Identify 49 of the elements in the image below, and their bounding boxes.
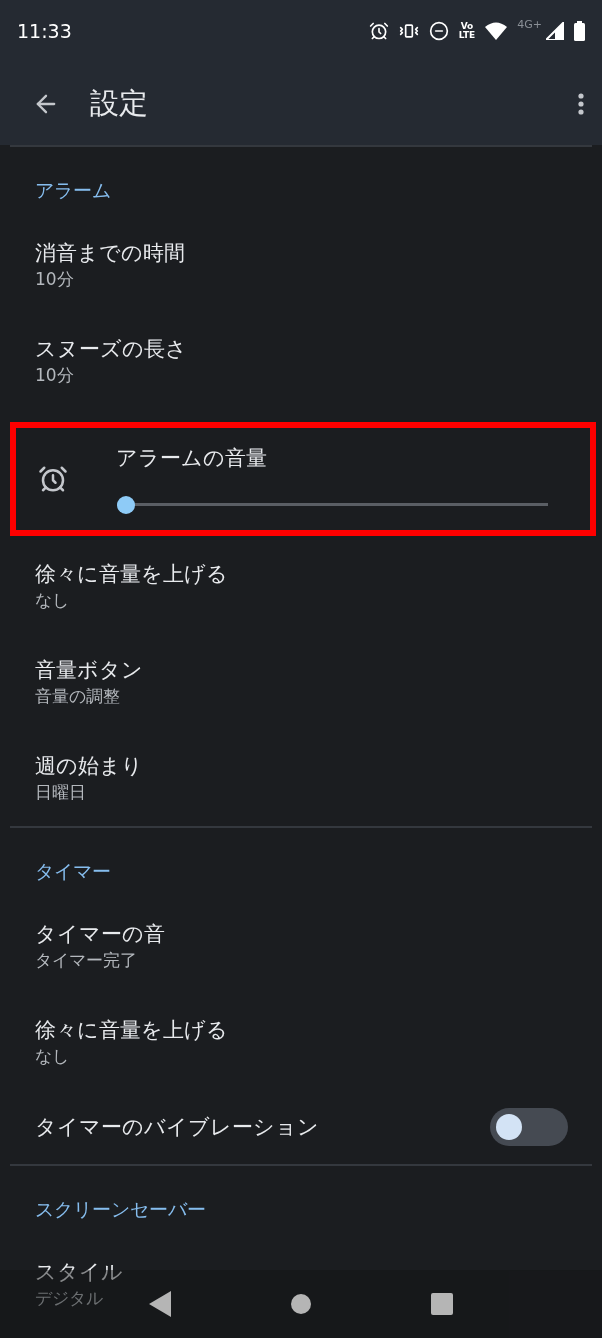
settings-item[interactable]: スヌーズの長さ 10分 bbox=[0, 313, 602, 409]
settings-item[interactable]: タイマーの音 タイマー完了 bbox=[0, 898, 602, 994]
page-title: 設定 bbox=[90, 84, 149, 122]
item-title: アラームの音量 bbox=[116, 444, 268, 472]
section-header: アラーム bbox=[34, 178, 112, 203]
volte-label: Vo LTE bbox=[458, 22, 476, 40]
item-title: スヌーズの長さ bbox=[35, 335, 188, 363]
network-type: 4G+ bbox=[517, 18, 542, 31]
item-title: スタイル bbox=[35, 1258, 124, 1286]
vibrate-icon bbox=[398, 21, 419, 41]
item-value: 音量の調整 bbox=[35, 684, 120, 708]
item-value: なし bbox=[35, 1044, 69, 1068]
item-value: 日曜日 bbox=[35, 780, 86, 804]
item-title: 週の始まり bbox=[35, 752, 144, 780]
recents-button[interactable] bbox=[430, 1293, 453, 1315]
item-title: タイマーのバイブレーション bbox=[35, 1113, 319, 1141]
settings-item[interactable]: スタイル デジタル bbox=[0, 1236, 602, 1332]
more-vert-icon bbox=[578, 92, 584, 115]
section-header: スクリーンセーバー bbox=[34, 1197, 207, 1222]
status-time: 11:33 bbox=[17, 20, 73, 42]
item-title: 消音までの時間 bbox=[35, 239, 186, 267]
back-button[interactable] bbox=[149, 1291, 172, 1317]
item-title: 音量ボタン bbox=[35, 656, 144, 684]
item-title: タイマーの音 bbox=[35, 920, 166, 948]
settings-item[interactable]: 徐々に音量を上げる なし bbox=[0, 994, 602, 1090]
settings-item[interactable]: 音量ボタン 音量の調整 bbox=[0, 634, 602, 730]
settings-item[interactable]: 徐々に音量を上げる なし bbox=[0, 538, 602, 634]
do-not-disturb-icon bbox=[428, 21, 449, 41]
wifi-icon bbox=[485, 22, 508, 40]
settings-item[interactable]: 消音までの時間 10分 bbox=[0, 217, 602, 313]
item-value: 10分 bbox=[35, 267, 74, 291]
item-value: タイマー完了 bbox=[35, 948, 137, 972]
toggle-switch[interactable] bbox=[490, 1108, 568, 1146]
home-circle-icon bbox=[290, 1293, 312, 1315]
settings-item[interactable]: 週の始まり 日曜日 bbox=[0, 730, 602, 826]
alarm-clock-icon bbox=[368, 21, 389, 41]
item-value: 10分 bbox=[35, 363, 74, 387]
recents-square-icon bbox=[430, 1293, 453, 1315]
item-title: 徐々に音量を上げる bbox=[35, 560, 229, 588]
home-button[interactable] bbox=[290, 1293, 312, 1315]
signal-icon bbox=[546, 22, 564, 40]
slider-thumb[interactable] bbox=[117, 495, 135, 514]
item-title: 徐々に音量を上げる bbox=[35, 1016, 229, 1044]
item-value: デジタル bbox=[35, 1286, 103, 1310]
back-triangle-icon bbox=[149, 1291, 172, 1317]
battery-icon bbox=[574, 21, 585, 41]
section-header: タイマー bbox=[34, 859, 112, 884]
item-value: なし bbox=[35, 588, 69, 612]
alarm-clock-icon bbox=[38, 464, 68, 494]
